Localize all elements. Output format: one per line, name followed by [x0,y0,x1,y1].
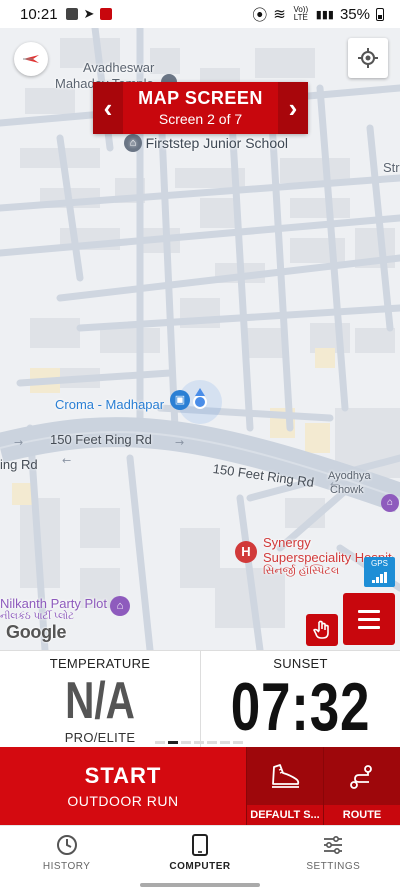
menu-button[interactable] [343,593,395,645]
notification-icons: ➤ [65,6,113,22]
road-label-ring-left: ing Rd [0,457,38,472]
battery-icon [376,7,384,21]
sunset-value: 07:32 [230,669,371,745]
default-sport-label: DEFAULT S... [247,805,323,825]
app-notification-icon [100,8,113,20]
map-label-avadheswar: Avadheswar [83,60,155,75]
compass-button[interactable] [14,42,48,76]
sliders-icon [324,835,343,855]
route-button[interactable]: ROUTE [323,747,400,825]
page-dot [207,741,217,744]
sunset-panel[interactable]: SUNSET 07:32 [200,651,400,747]
locate-icon [358,48,378,68]
croma-pin-icon: ▣ [170,390,190,410]
gps-indicator: GPS [364,557,395,587]
temperature-value: N/A [65,672,135,730]
start-title: START [84,763,162,788]
wifi-icon: ≋ [273,6,286,23]
map-label-synergy-1: Synergy [263,535,311,550]
default-sport-button[interactable]: DEFAULT S... [246,747,323,825]
send-notification-icon: ➤ [83,6,95,21]
road-label-ring-1: 150 Feet Ring Rd [50,432,152,447]
data-panels: TEMPERATURE N/A PRO/ELITE SUNSET 07:32 [0,650,400,747]
banner-title: MAP SCREEN [138,88,263,108]
bottom-nav: HISTORY COMPUTER SETTINGS [0,825,400,880]
school-icon: ⌂ [124,134,142,152]
map-label-ayodhya: Ayodhya [328,470,371,482]
prev-screen-button[interactable]: ‹ [93,82,123,134]
status-right: ⦿ ≋ Vo)) LTE ▮▮▮ 35% [252,4,384,25]
page-dot [155,741,165,744]
status-bar: 10:21 ➤ ⦿ ≋ Vo)) LTE ▮▮▮ 35% [0,0,400,28]
battery-percent: 35% [339,5,370,23]
party-plot-pin-icon: ⌂ [110,596,130,616]
hand-button[interactable] [306,614,338,646]
map-label-croma: Croma - Madhapar [55,397,165,412]
banner-subtitle: Screen 2 of 7 [158,111,243,127]
route-icon [350,765,372,789]
map-label-school: ⌂ Firststep Junior School [124,134,288,152]
page-indicator [155,741,243,744]
nav-computer[interactable]: COMPUTER [133,826,266,880]
map-view[interactable]: →→←← Avadheswar Mahadev Temple Str ⌂ Fir… [0,28,400,650]
shoe-icon [272,764,300,788]
gps-label: GPS [371,559,388,568]
map-label-nilkanth: Nilkanth Party Plot [0,596,107,611]
page-dot-active [168,741,178,744]
action-row: START OUTDOOR RUN DEFAULT S... ROUTE [0,747,400,825]
temperature-panel[interactable]: TEMPERATURE N/A PRO/ELITE [0,651,200,747]
temple-pin-icon: ⌂ [381,494,399,512]
locate-button[interactable] [348,38,388,78]
google-logo: Google [6,622,67,642]
page-dot [181,741,191,744]
gallery-notification-icon [65,8,78,20]
hand-icon [313,620,329,639]
phone-icon [191,834,208,856]
page-dot [233,741,243,744]
signal-icon: ▮▮▮ [315,8,334,21]
gesture-bar[interactable] [140,883,260,887]
nav-computer-label: COMPUTER [169,861,231,872]
start-subtitle: OUTDOOR RUN [67,793,179,809]
map-screen-banner: ‹ MAP SCREEN Screen 2 of 7 › [93,82,308,134]
map-label-synergy-guj: સિનર્જી હૉસ્પિટલ [263,565,340,577]
location-status-icon: ⦿ [252,6,268,24]
map-label-str: Str [383,160,400,175]
next-screen-button[interactable]: › [278,82,308,134]
nav-settings-label: SETTINGS [306,861,361,872]
menu-icon-bar [358,609,380,613]
hospital-pin-icon: H [235,541,257,563]
start-button[interactable]: START OUTDOOR RUN [0,747,246,825]
page-dot [220,741,230,744]
nav-history[interactable]: HISTORY [0,826,133,880]
svg-text:←: ← [62,454,71,467]
route-label: ROUTE [324,805,400,825]
svg-text:→: → [175,436,184,449]
school-label: Firststep Junior School [145,135,289,151]
menu-icon-bar [358,617,380,621]
map-label-nilkanth-guj: નીલકંઠ પાર્ટી પ્લોટ [0,611,74,622]
temperature-label: TEMPERATURE [49,656,151,671]
map-label-chowk: Chowk [330,484,364,496]
nav-settings[interactable]: SETTINGS [267,826,400,880]
page-dot [194,741,204,744]
menu-icon-bar [358,625,380,629]
gps-signal-icon [364,572,395,583]
nav-history-label: HISTORY [42,861,91,872]
compass-icon [23,55,39,63]
lte-label: Vo)) LTE [293,5,309,22]
status-time: 10:21 [20,5,58,23]
clock-icon [56,835,77,855]
svg-text:→: → [14,436,23,449]
